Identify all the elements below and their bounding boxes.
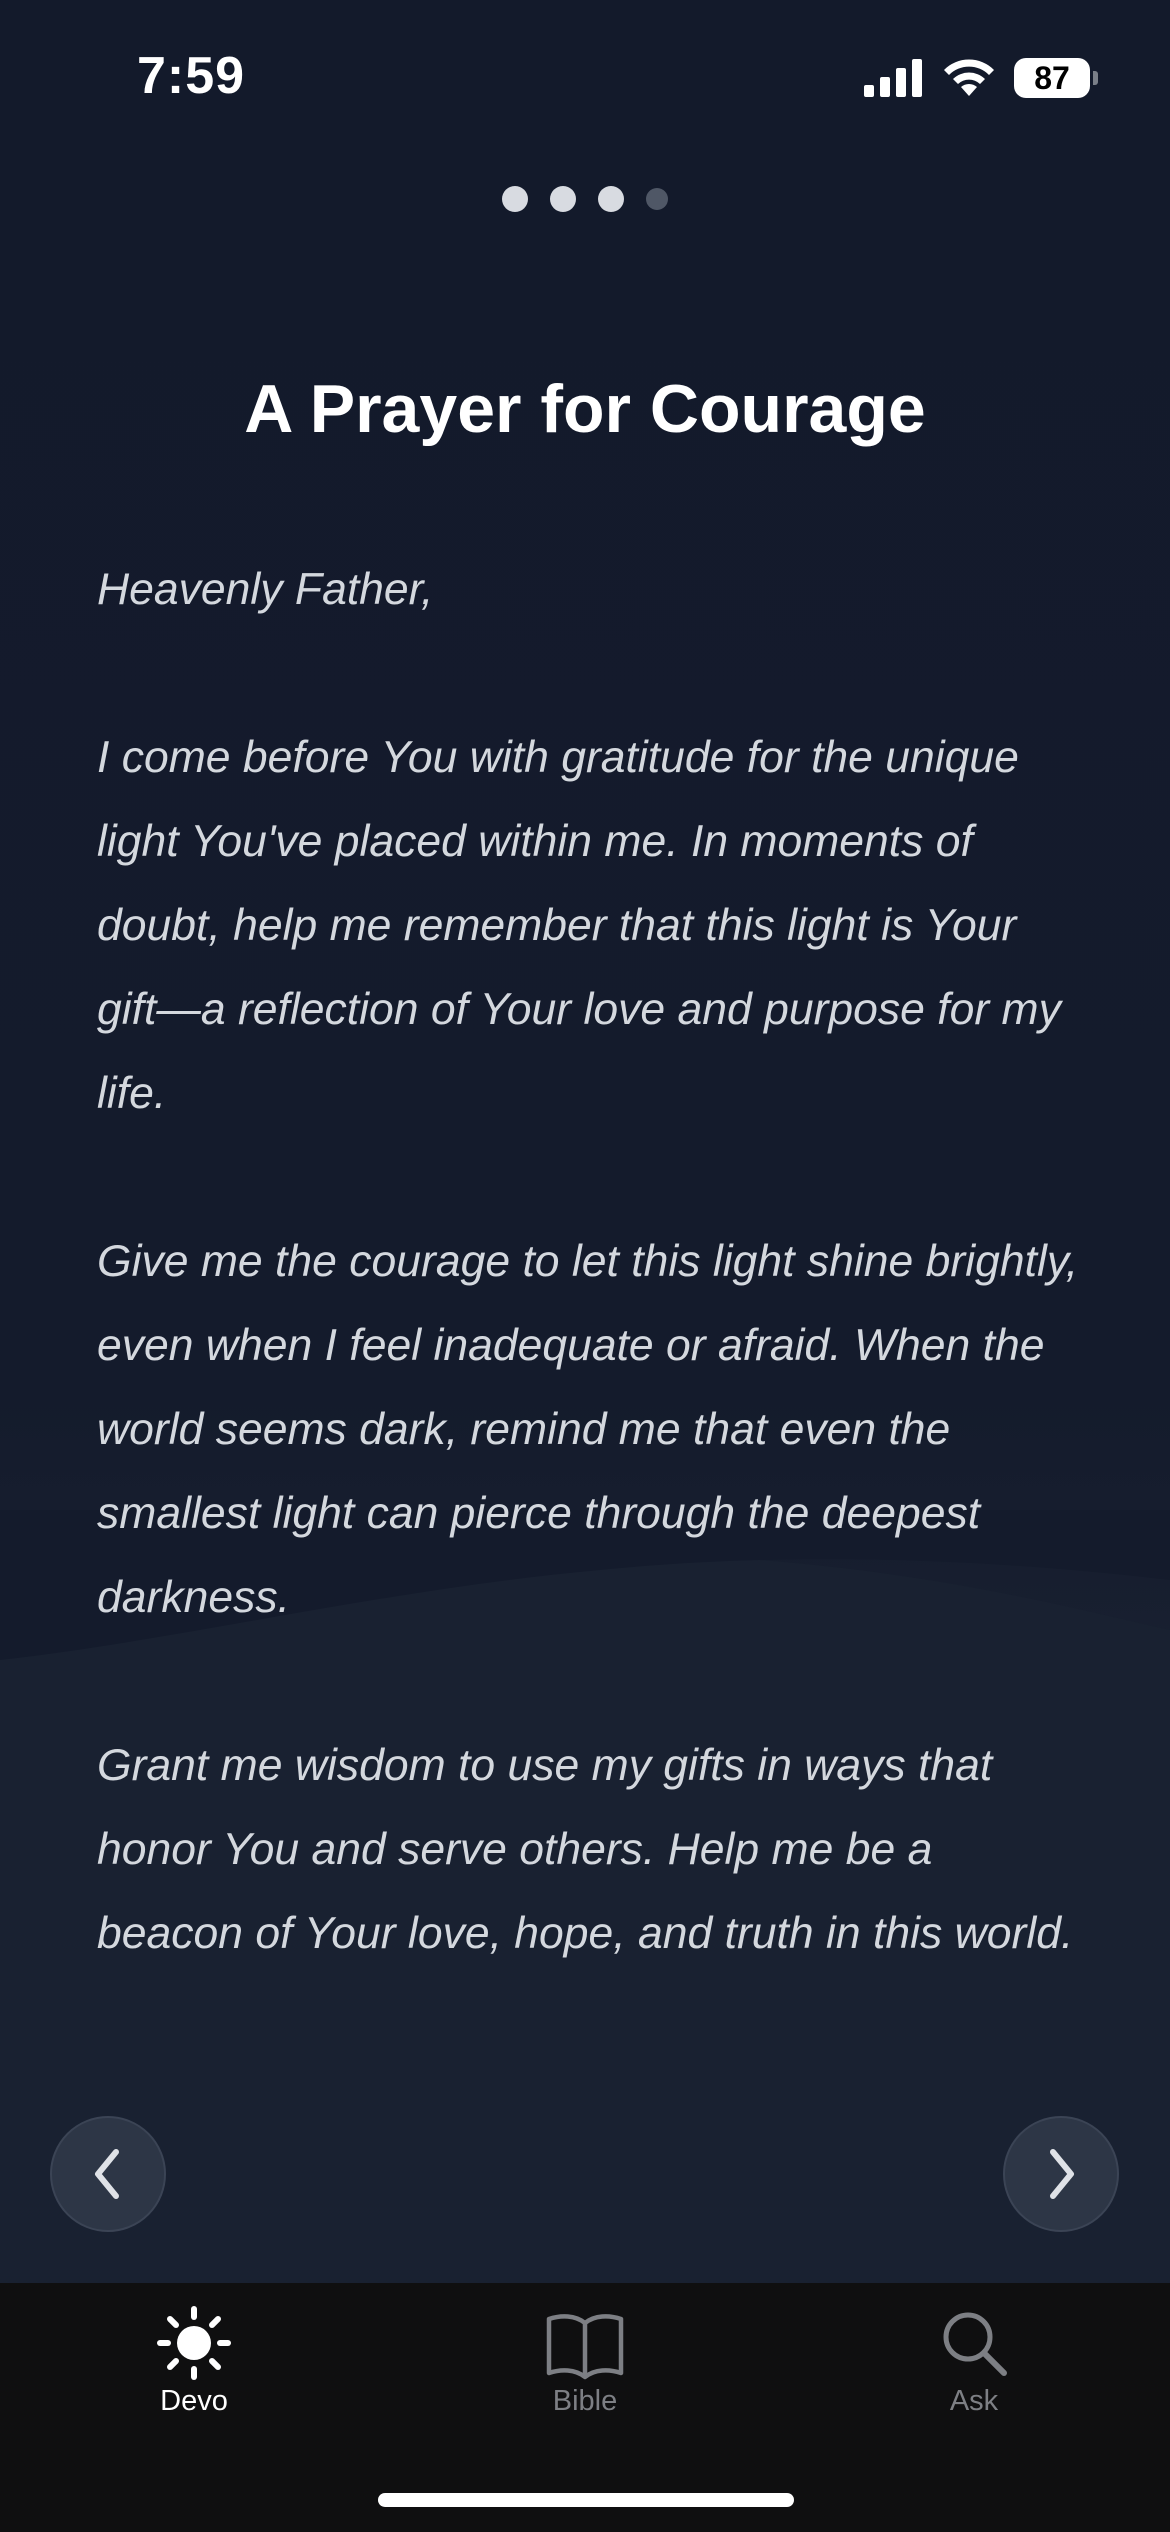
search-icon — [943, 2312, 1007, 2376]
tab-bible[interactable]: Bible — [485, 2303, 685, 2418]
status-time: 7:59 — [137, 47, 246, 105]
prayer-paragraph: Grant me wisdom to use my gifts in ways … — [97, 1741, 1074, 1958]
prayer-paragraph: Heavenly Father, — [97, 565, 434, 614]
chevron-right-icon — [1050, 2149, 1074, 2199]
status-bar: 7:59 87 — [0, 0, 1170, 150]
prayer-paragraph: I come before You with gratitude for the… — [97, 733, 1061, 1118]
previous-page-button[interactable] — [50, 2116, 166, 2232]
tab-devo[interactable]: Devo — [94, 2303, 294, 2418]
devotional-screen: 7:59 87 A Prayer for Courage Heavenly Fa… — [0, 0, 1170, 2532]
page-dot-2[interactable] — [550, 186, 576, 212]
wifi-icon — [944, 59, 994, 96]
prayer-text: Heavenly Father, I come before You with … — [97, 548, 1087, 1976]
devotional-title: A Prayer for Courage — [244, 371, 926, 447]
cellular-signal-icon — [864, 59, 922, 97]
status-icons: 87 — [864, 56, 1098, 100]
battery-icon: 87 — [1014, 58, 1098, 98]
tab-bible-label: Bible — [552, 2385, 618, 2417]
prayer-paragraph: Give me the courage to let this light sh… — [97, 1237, 1079, 1622]
battery-level: 87 — [1034, 59, 1070, 96]
chevron-left-icon — [95, 2149, 119, 2199]
tab-ask-label: Ask — [949, 2385, 999, 2417]
page-dot-1[interactable] — [502, 186, 528, 212]
tab-devo-label: Devo — [160, 2385, 228, 2417]
tab-ask[interactable]: Ask — [874, 2303, 1074, 2418]
next-page-button[interactable] — [1003, 2116, 1119, 2232]
home-indicator[interactable] — [378, 2493, 794, 2507]
page-dot-4[interactable] — [646, 188, 668, 210]
battery-cap — [1093, 71, 1098, 85]
page-dot-3[interactable] — [598, 186, 624, 212]
sun-icon — [157, 2306, 231, 2380]
page-indicator — [0, 186, 1170, 212]
book-icon — [546, 2314, 624, 2380]
